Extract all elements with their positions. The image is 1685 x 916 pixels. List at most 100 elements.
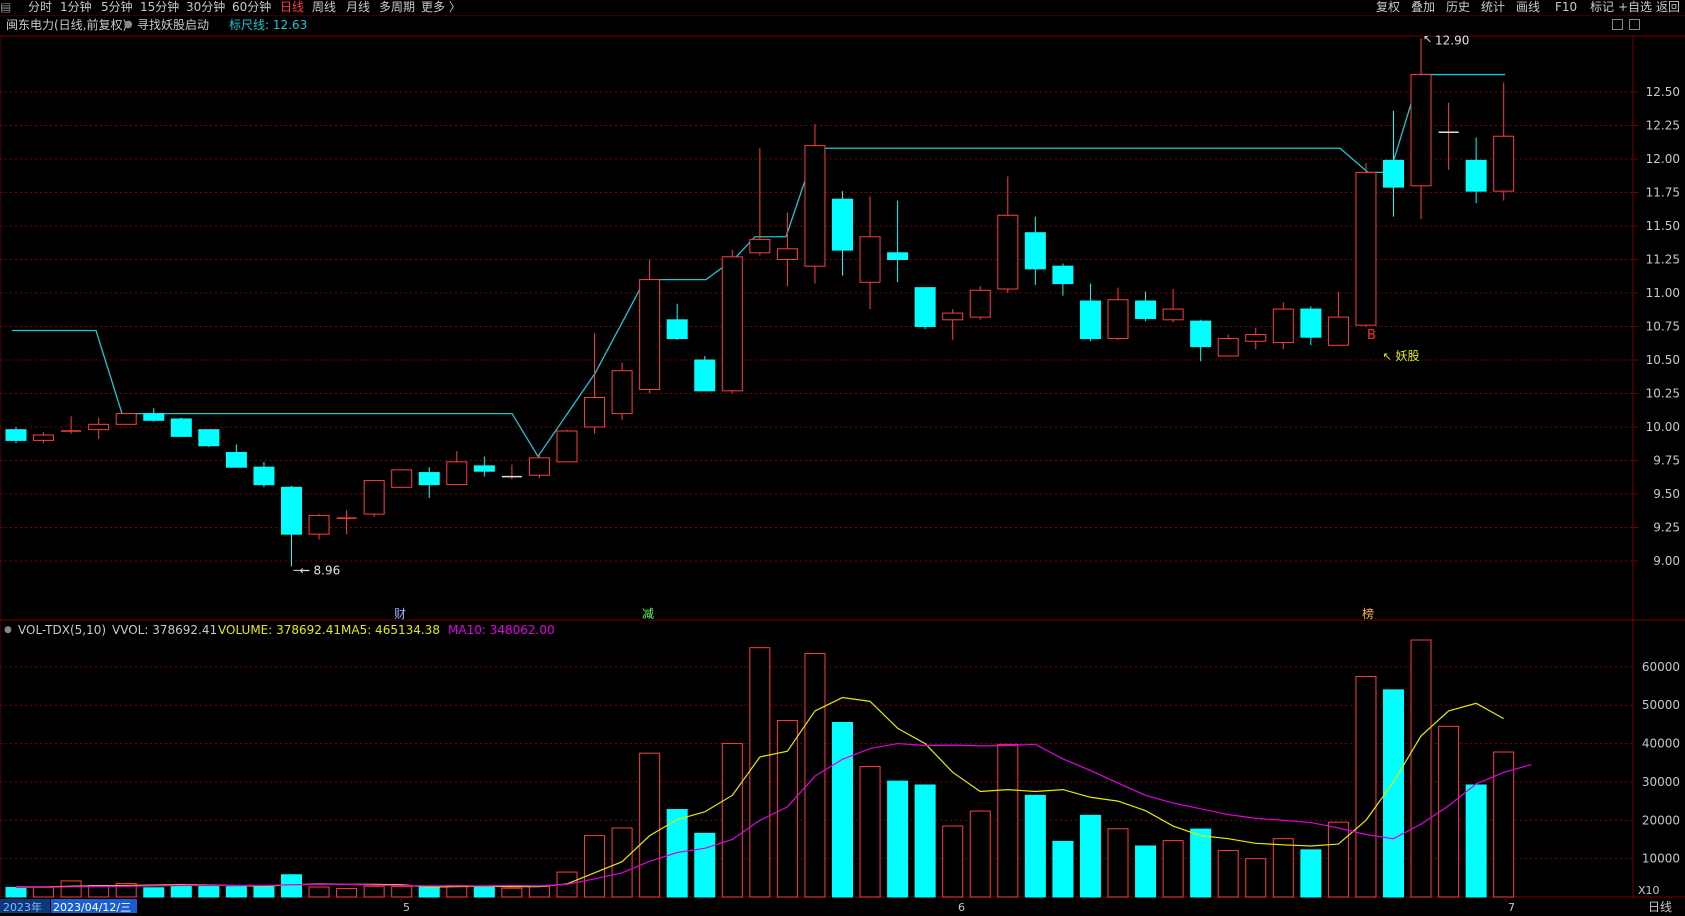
candle-down bbox=[1383, 159, 1404, 188]
volume-bar-down bbox=[914, 784, 936, 898]
volume-bar-up bbox=[363, 885, 385, 898]
candle-down bbox=[1024, 232, 1046, 270]
candle-down bbox=[5, 429, 27, 441]
candle-up bbox=[749, 238, 771, 254]
candle-down bbox=[225, 451, 247, 468]
candle-up bbox=[1410, 74, 1432, 187]
volume-bar-up bbox=[804, 652, 826, 898]
volume-bar-down bbox=[1465, 784, 1487, 898]
volume-bar-up bbox=[391, 886, 413, 898]
volume-bar-up bbox=[501, 887, 523, 898]
volume-bar-down bbox=[1024, 794, 1046, 898]
volume-bar-down bbox=[281, 874, 302, 898]
candle-up bbox=[556, 430, 578, 463]
volume-tick-label: 50000 bbox=[1642, 698, 1680, 712]
volume-bar-down bbox=[694, 832, 716, 898]
volume-bar-up bbox=[1438, 725, 1460, 898]
volume-bar-down bbox=[253, 886, 275, 898]
candle-down bbox=[1135, 300, 1157, 319]
candle-down bbox=[1052, 265, 1074, 285]
volume-bar-down bbox=[1383, 689, 1404, 898]
candle-up bbox=[721, 256, 743, 392]
candle-down bbox=[170, 418, 192, 437]
candle-down bbox=[281, 486, 302, 535]
month-label-5: 5 bbox=[403, 901, 410, 914]
candle-down bbox=[1190, 320, 1212, 348]
volume-tick-label: 10000 bbox=[1642, 852, 1680, 866]
candle-up bbox=[363, 480, 385, 515]
candle-up bbox=[639, 279, 661, 390]
candle-up bbox=[804, 145, 826, 267]
candle-up bbox=[391, 469, 413, 488]
candle-up bbox=[1493, 135, 1515, 192]
candle-up bbox=[859, 236, 881, 283]
candle-down bbox=[473, 465, 495, 472]
volume-bar-up bbox=[308, 886, 330, 898]
date-axis-bg bbox=[0, 898, 1685, 916]
volume-bar-down bbox=[5, 886, 27, 898]
volume-bar-up bbox=[1355, 675, 1377, 898]
candle-up bbox=[584, 397, 606, 428]
volume-tick-label: 40000 bbox=[1642, 737, 1680, 751]
volume-bar-down bbox=[1300, 849, 1322, 898]
volume-bar-down bbox=[170, 885, 192, 898]
volume-bar-up bbox=[749, 647, 771, 898]
volume-bar-up bbox=[859, 766, 881, 898]
volume-bar-up bbox=[1493, 751, 1515, 898]
volume-bar-up bbox=[1107, 828, 1129, 898]
signal-text-label: 妖股 bbox=[1396, 349, 1420, 363]
price-tick-label: 9.25 bbox=[1653, 521, 1680, 535]
candle-up bbox=[1272, 308, 1294, 344]
event-label-1: 减 bbox=[642, 607, 654, 621]
volume-bar-up bbox=[1327, 821, 1349, 898]
price-tick-label: 11.75 bbox=[1646, 186, 1680, 200]
candle-up bbox=[611, 370, 633, 415]
volume-bar-down bbox=[143, 887, 165, 898]
candle-up bbox=[1107, 299, 1129, 340]
candle-up bbox=[88, 423, 110, 431]
volume-bar-down bbox=[225, 886, 247, 898]
buy-signal-label: B bbox=[1367, 328, 1376, 343]
volume-tick-label: 20000 bbox=[1642, 813, 1680, 827]
candle-up bbox=[997, 214, 1019, 290]
candle-up bbox=[942, 312, 964, 321]
candle-down bbox=[1300, 308, 1322, 338]
volume-bar-up bbox=[1272, 838, 1294, 898]
candle-up bbox=[33, 434, 55, 441]
candle-down bbox=[914, 287, 936, 328]
volume-bar-up bbox=[639, 752, 661, 898]
candle-down bbox=[694, 359, 716, 392]
volume-bar-down bbox=[418, 886, 440, 898]
month-label-7: 7 bbox=[1508, 901, 1515, 914]
volume-bar-up bbox=[1162, 840, 1184, 898]
stock-chart[interactable]: 9.00 9.25 9.50 9.75 10.00 10.25 10.50 10.75 11.0… bbox=[0, 0, 1685, 916]
volume-bar-up bbox=[942, 825, 964, 898]
candle-down bbox=[143, 413, 165, 421]
signal-arrow-icon: ↖ bbox=[1383, 350, 1392, 363]
price-tick-label: 10.75 bbox=[1646, 320, 1680, 334]
candle-up bbox=[528, 457, 550, 476]
volume-unit-label: X10 bbox=[1638, 884, 1660, 897]
price-tick-label: 11.00 bbox=[1646, 286, 1680, 300]
month-label-6: 6 bbox=[958, 901, 965, 914]
guide-line bbox=[12, 73, 1505, 458]
price-tick-label: 11.50 bbox=[1646, 219, 1680, 233]
volume-bar-up bbox=[336, 888, 358, 898]
high-price-label: 12.90 bbox=[1435, 33, 1469, 47]
period-label: 日线 bbox=[1648, 900, 1672, 914]
low-price-label: 8.96 bbox=[314, 563, 341, 577]
volume-bar-up bbox=[33, 886, 55, 898]
price-tick-label: 9.00 bbox=[1653, 554, 1680, 568]
candle-up bbox=[308, 514, 330, 535]
volume-bar-down bbox=[1052, 840, 1074, 898]
volume-bar-up bbox=[1217, 850, 1239, 898]
candle-down bbox=[666, 319, 688, 340]
price-tick-label: 10.50 bbox=[1646, 353, 1680, 367]
volume-bar-up bbox=[611, 827, 633, 898]
price-tick-label: 9.75 bbox=[1653, 454, 1680, 468]
low-arrow-icon: ← bbox=[300, 563, 310, 577]
candle-down bbox=[253, 466, 275, 486]
date-cursor-label: 2023/04/12/三 bbox=[53, 901, 131, 914]
candle-down bbox=[832, 198, 853, 251]
volume-bar-down bbox=[198, 885, 220, 898]
